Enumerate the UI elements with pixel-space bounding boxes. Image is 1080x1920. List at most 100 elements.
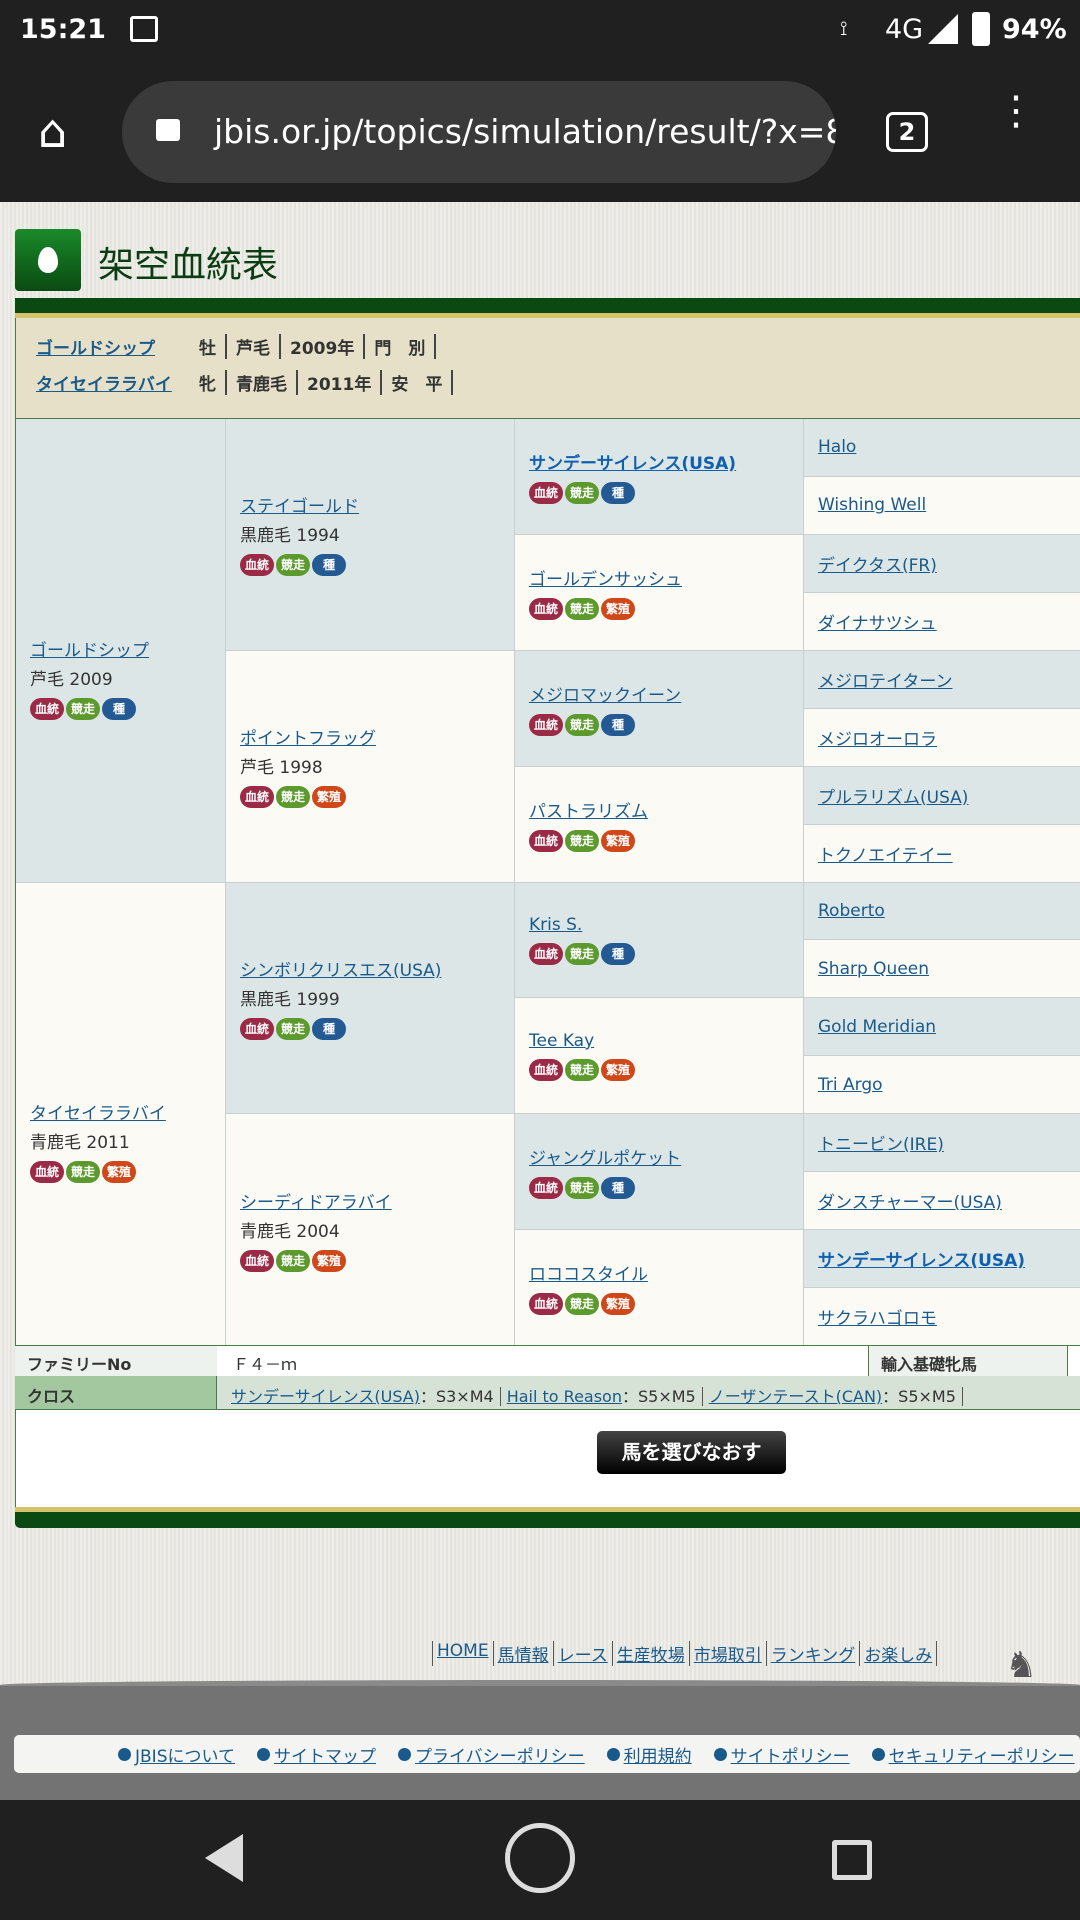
- cross-horse-link[interactable]: ノーザンテースト(CAN): [709, 1387, 882, 1406]
- footer-nav-link[interactable]: 生産牧場: [617, 1646, 685, 1666]
- badge-rc[interactable]: 競走: [565, 481, 599, 504]
- badge-rc[interactable]: 競走: [565, 829, 599, 852]
- footer-nav-link[interactable]: 馬情報: [498, 1646, 549, 1666]
- footer-link[interactable]: JBISについて: [135, 1742, 235, 1767]
- badge-st[interactable]: 種: [601, 713, 635, 736]
- battery-icon: [972, 12, 990, 46]
- badge-bl[interactable]: 血統: [240, 1017, 274, 1040]
- badge-rc[interactable]: 競走: [565, 1293, 599, 1316]
- reselect-horse-button[interactable]: 馬を選びなおす: [597, 1431, 786, 1474]
- back-icon[interactable]: [205, 1834, 243, 1882]
- horse-name-link[interactable]: ステイゴールド: [240, 492, 514, 517]
- menu-icon[interactable]: ⋮: [996, 91, 1036, 131]
- horse-name-link[interactable]: メジロオーロラ: [818, 725, 1080, 750]
- horse-name-link[interactable]: Roberto: [818, 901, 1080, 921]
- footer-nav-link[interactable]: お楽しみ: [864, 1646, 932, 1666]
- badge-rc[interactable]: 競走: [66, 697, 100, 720]
- horse-name-link[interactable]: Kris S.: [529, 915, 803, 935]
- horse-name-link[interactable]: Wishing Well: [818, 495, 1080, 515]
- badge-st[interactable]: 種: [601, 942, 635, 965]
- badge-br[interactable]: 繁殖: [601, 597, 635, 620]
- badge-rc[interactable]: 競走: [565, 597, 599, 620]
- footer-link[interactable]: セキュリティーポリシー: [889, 1742, 1075, 1767]
- badge-bl[interactable]: 血統: [529, 829, 563, 852]
- badge-bl[interactable]: 血統: [529, 597, 563, 620]
- summary-horse-link[interactable]: ゴールドシップ: [36, 334, 190, 359]
- cross-horse-link[interactable]: Hail to Reason: [507, 1387, 622, 1406]
- recents-icon[interactable]: [832, 1840, 872, 1880]
- footer-nav-link[interactable]: 市場取引: [694, 1646, 762, 1666]
- url-field[interactable]: jbis.or.jp/topics/simulation/result/?x=8: [122, 81, 836, 183]
- horse-name-link[interactable]: シンボリクリスエス(USA): [240, 956, 514, 981]
- badge-st[interactable]: 種: [601, 481, 635, 504]
- badge-bl[interactable]: 血統: [30, 1161, 64, 1184]
- badge-st[interactable]: 種: [601, 1177, 635, 1200]
- badge-rc[interactable]: 競走: [565, 1177, 599, 1200]
- badge-br[interactable]: 繁殖: [102, 1161, 136, 1184]
- pedigree-cell: Tri Argo: [804, 1056, 1080, 1115]
- horse-name-link[interactable]: ポイントフラッグ: [240, 724, 514, 749]
- horse-name-link[interactable]: ダイナサツシュ: [818, 609, 1080, 634]
- badge-st[interactable]: 種: [102, 697, 136, 720]
- badge-st[interactable]: 種: [312, 554, 346, 577]
- badge-br[interactable]: 繁殖: [601, 1293, 635, 1316]
- horse-name-link[interactable]: ゴールドシップ: [30, 636, 225, 661]
- horse-name-link[interactable]: Halo: [818, 437, 1080, 457]
- badge-bl[interactable]: 血統: [529, 1293, 563, 1316]
- horse-name-link[interactable]: ジャングルポケット: [529, 1144, 803, 1169]
- badge-bl[interactable]: 血統: [529, 942, 563, 965]
- horse-name-link[interactable]: メジロマックイーン: [529, 681, 803, 706]
- horse-name-link[interactable]: トニービン(IRE): [818, 1130, 1080, 1155]
- horse-name-link[interactable]: シーディドアラバイ: [240, 1188, 514, 1213]
- badge-rc[interactable]: 競走: [565, 1058, 599, 1081]
- footer-link[interactable]: 利用規約: [624, 1742, 692, 1767]
- horse-name-link[interactable]: Sharp Queen: [818, 959, 1080, 979]
- footer-link[interactable]: サイトポリシー: [731, 1742, 850, 1767]
- horse-name-link[interactable]: サクラハゴロモ: [818, 1304, 1080, 1329]
- home-icon[interactable]: ⌂: [38, 104, 67, 158]
- summary-horse-link[interactable]: タイセイララバイ: [36, 370, 190, 395]
- horse-name-link[interactable]: ロココスタイル: [529, 1260, 803, 1285]
- badge-br[interactable]: 繁殖: [601, 1058, 635, 1081]
- badge-bl[interactable]: 血統: [529, 481, 563, 504]
- badge-bl[interactable]: 血統: [529, 1177, 563, 1200]
- badge-rc[interactable]: 競走: [276, 1249, 310, 1272]
- horse-name-link[interactable]: ダンスチャーマー(USA): [818, 1188, 1080, 1213]
- horse-name-link[interactable]: サンデーサイレンス(USA): [818, 1246, 1080, 1271]
- badge-br[interactable]: 繁殖: [312, 786, 346, 809]
- badge-rc[interactable]: 競走: [276, 554, 310, 577]
- horse-name-link[interactable]: プルラリズム(USA): [818, 783, 1080, 808]
- horse-name-link[interactable]: Gold Meridian: [818, 1017, 1080, 1037]
- cross-horse-link[interactable]: サンデーサイレンス(USA): [231, 1387, 420, 1406]
- badge-rc[interactable]: 競走: [66, 1161, 100, 1184]
- horse-name-link[interactable]: メジロテイターン: [818, 667, 1080, 692]
- badge-st[interactable]: 種: [312, 1017, 346, 1040]
- footer-nav-link[interactable]: レース: [558, 1646, 608, 1666]
- badge-bl[interactable]: 血統: [30, 697, 64, 720]
- horse-name-link[interactable]: Tri Argo: [818, 1075, 1080, 1095]
- badge-br[interactable]: 繁殖: [312, 1249, 346, 1272]
- badge-bl[interactable]: 血統: [240, 786, 274, 809]
- badge-rc[interactable]: 競走: [565, 942, 599, 965]
- badge-bl[interactable]: 血統: [240, 1249, 274, 1272]
- horse-name-link[interactable]: トクノエイテイー: [818, 841, 1080, 866]
- horse-name-link[interactable]: パストラリズム: [529, 797, 803, 822]
- footer-nav-link[interactable]: HOME: [437, 1641, 489, 1661]
- horse-name-link[interactable]: ゴールデンサッシュ: [529, 565, 803, 590]
- footer-nav-link[interactable]: ランキング: [771, 1646, 856, 1666]
- horse-name-link[interactable]: デイクタス(FR): [818, 551, 1080, 576]
- horse-name-link[interactable]: Tee Kay: [529, 1031, 803, 1051]
- horse-name-link[interactable]: サンデーサイレンス(USA): [529, 449, 803, 474]
- footer-link[interactable]: プライバシーポリシー: [415, 1742, 585, 1767]
- badge-br[interactable]: 繁殖: [601, 829, 635, 852]
- badge-bl[interactable]: 血統: [240, 554, 274, 577]
- badge-bl[interactable]: 血統: [529, 713, 563, 736]
- badge-rc[interactable]: 競走: [276, 1017, 310, 1040]
- badge-rc[interactable]: 競走: [565, 713, 599, 736]
- badge-bl[interactable]: 血統: [529, 1058, 563, 1081]
- home-nav-icon[interactable]: [505, 1823, 575, 1893]
- badge-rc[interactable]: 競走: [276, 786, 310, 809]
- footer-link[interactable]: サイトマップ: [274, 1742, 376, 1767]
- tab-switcher-button[interactable]: 2: [886, 112, 928, 152]
- horse-name-link[interactable]: タイセイララバイ: [30, 1099, 225, 1124]
